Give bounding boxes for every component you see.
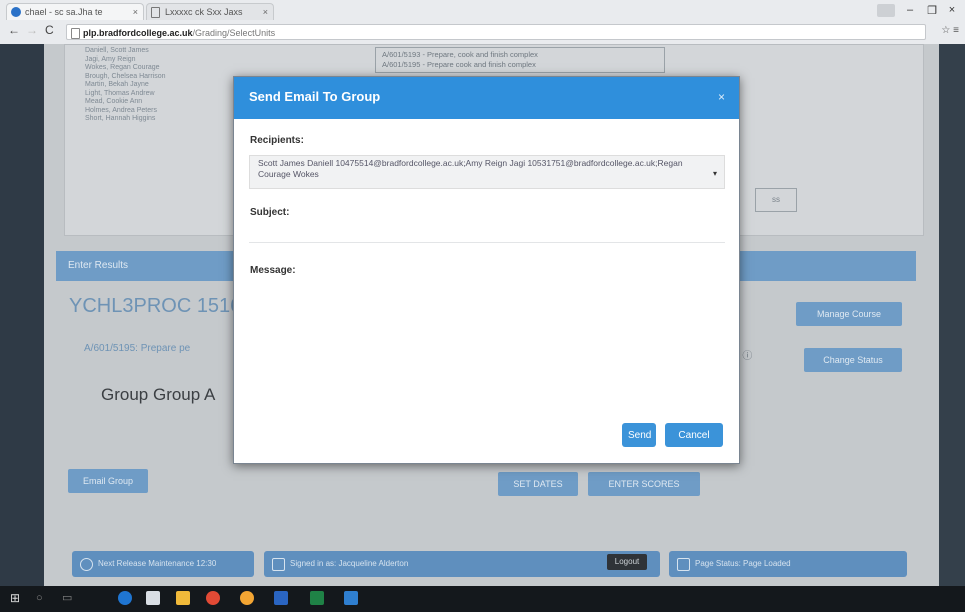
url-bar[interactable]: plp.bradfordcollege.ac.uk/Grading/Select… — [66, 24, 926, 40]
task-view-icon[interactable]: ▭ — [62, 591, 76, 605]
change-status-button[interactable]: Change Status — [804, 348, 902, 372]
reload-icon[interactable]: C — [45, 23, 54, 37]
windows-start-icon[interactable]: ⊞ — [10, 591, 24, 605]
minimize-button[interactable]: – — [899, 4, 921, 16]
forward-arrow-icon[interactable]: → — [26, 23, 38, 37]
right-sidebar — [939, 44, 965, 586]
send-email-modal: Send Email To Group × Recipients: Scott … — [233, 76, 740, 464]
close-tab-icon[interactable]: × — [133, 4, 138, 20]
chrome-icon[interactable] — [206, 591, 220, 605]
manage-course-button[interactable]: Manage Course — [796, 302, 902, 326]
logout-button[interactable]: Logout — [607, 554, 647, 570]
unit-list[interactable]: A/601/5193 - Prepare, cook and finish co… — [375, 47, 665, 73]
learner-name: Wokes, Regan Courage — [85, 64, 160, 71]
learner-name: Short, Hannah Higgins — [85, 115, 156, 122]
page-icon — [71, 28, 80, 39]
site-favicon-icon — [11, 7, 21, 17]
subject-input[interactable] — [249, 227, 725, 243]
file-explorer-icon[interactable] — [176, 591, 190, 605]
recipients-select[interactable]: Scott James Daniell 10475514@bradfordcol… — [249, 155, 725, 189]
clock-icon — [80, 558, 93, 571]
close-window-button[interactable]: × — [941, 4, 963, 16]
back-arrow-icon[interactable]: ← — [8, 23, 20, 37]
browser-tab[interactable]: Lxxxxc ck Sxx Jaxs × — [146, 3, 274, 20]
learner-name: Holmes, Andrea Peters — [85, 106, 157, 114]
subject-label: Subject: — [250, 207, 290, 218]
tab-strip: chael - sc sa.Jha te × Lxxxxc ck Sxx Jax… — [0, 0, 965, 20]
footer-signed-in-text: Signed in as: Jacqueline Alderton — [290, 559, 409, 568]
tab-label: Lxxxxc ck Sxx Jaxs — [165, 7, 243, 17]
maximize-button[interactable]: ❐ — [921, 4, 943, 17]
enter-scores-button[interactable]: ENTER SCORES — [588, 472, 700, 496]
group-title: Group Group A — [101, 385, 216, 404]
recipients-label: Recipients: — [250, 135, 304, 146]
address-bar-row: ← → C plp.bradfordcollege.ac.uk/Grading/… — [0, 22, 965, 42]
browser-tab-active[interactable]: chael - sc sa.Jha te × — [6, 3, 144, 20]
learner-name: Jagi, Amy Reign — [85, 55, 136, 63]
footer-signed-in: Signed in as: Jacqueline Alderton — [264, 551, 660, 577]
learner-name: Brough, Chelsea Harrison — [85, 72, 166, 80]
store-icon[interactable] — [146, 591, 160, 605]
unit-item: A/601/5195 - Prepare cook and finish com… — [382, 60, 536, 69]
modal-header: Send Email To Group × — [234, 77, 739, 119]
message-textarea[interactable] — [249, 283, 729, 417]
tab-label: chael - sc sa.Jha te — [25, 7, 103, 17]
side-box[interactable]: ss — [755, 188, 797, 212]
send-button[interactable]: Send — [622, 423, 656, 447]
browser-chrome: chael - sc sa.Jha te × Lxxxxc ck Sxx Jax… — [0, 0, 965, 45]
footer-page-status-text: Page Status: Page Loaded — [695, 559, 791, 568]
footer-page-status: Page Status: Page Loaded — [669, 551, 907, 577]
learner-name: Martin, Bekah Jayne — [85, 81, 149, 88]
cancel-button[interactable]: Cancel — [665, 423, 723, 447]
user-profile-icon[interactable] — [877, 4, 895, 17]
page-status-icon — [677, 558, 690, 571]
learner-list: Daniell, Scott James Jagi, Amy Reign Wok… — [85, 47, 166, 124]
taskbar: ⊞ ○ ▭ — [0, 586, 965, 612]
url-path: /Grading/SelectUnits — [192, 28, 276, 38]
url-host: plp.bradfordcollege.ac.uk — [83, 28, 193, 38]
document-favicon-icon — [151, 7, 160, 18]
close-tab-icon[interactable]: × — [263, 4, 268, 20]
excel-icon[interactable] — [310, 591, 324, 605]
firefox-icon[interactable] — [240, 591, 254, 605]
unit-link[interactable]: A/601/5195: Prepare pe — [84, 343, 190, 354]
word-icon[interactable] — [274, 591, 288, 605]
dropdown-arrow-icon: ▾ — [712, 169, 717, 178]
unit-item: A/601/5193 - Prepare, cook and finish co… — [382, 50, 538, 59]
course-code: YCHL3PROC 1516 — [69, 295, 242, 317]
message-label: Message: — [250, 265, 296, 276]
edge-icon[interactable] — [118, 591, 132, 605]
email-group-button[interactable]: Email Group — [68, 469, 148, 493]
learner-name: Light, Thomas Andrew — [85, 89, 155, 97]
set-dates-button[interactable]: SET DATES — [498, 472, 578, 496]
footer-maintenance-text: Next Release Maintenance 12:30 — [98, 559, 217, 568]
outlook-icon[interactable] — [344, 591, 358, 605]
learner-name: Mead, Cookie Ann — [85, 98, 143, 105]
modal-title: Send Email To Group — [249, 89, 381, 104]
close-icon[interactable]: × — [718, 90, 725, 104]
bookmark-star-icon[interactable]: ☆ ≡ — [941, 25, 959, 36]
user-icon — [272, 558, 285, 571]
left-sidebar — [0, 44, 44, 586]
learner-name: Daniell, Scott James — [85, 47, 149, 54]
recipients-value: Scott James Daniell 10475514@bradfordcol… — [258, 158, 683, 179]
search-icon[interactable]: ○ — [36, 591, 50, 605]
footer-maintenance: Next Release Maintenance 12:30 — [72, 551, 254, 577]
